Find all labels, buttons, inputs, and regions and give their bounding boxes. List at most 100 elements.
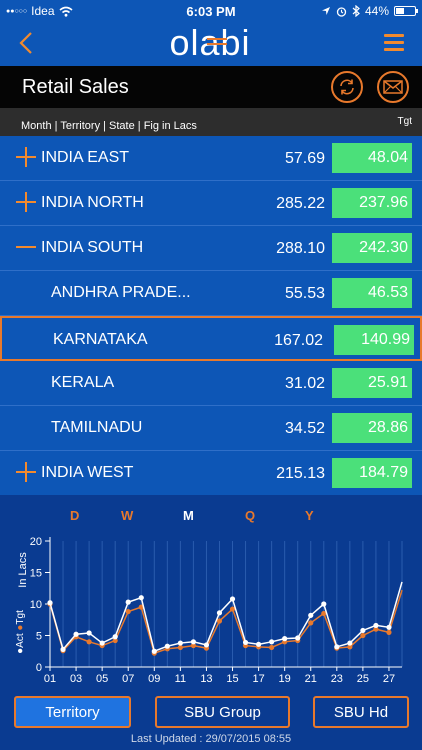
tab-period-y[interactable]: Y — [305, 508, 314, 523]
tgt-column-header: Tgt — [397, 116, 412, 127]
data-point-act — [308, 612, 314, 618]
sbu-group-button[interactable]: SBU Group — [155, 696, 290, 728]
data-point-act — [269, 639, 275, 645]
filter-bar: Month | Territory | State | Fig in Lacs … — [0, 108, 422, 136]
bottom-bar: Territory SBU Group SBU Hd Last Updated … — [0, 690, 422, 750]
row-label: TAMILNADU — [51, 419, 143, 436]
collapse-minus-icon[interactable] — [16, 237, 36, 257]
data-point-act — [334, 644, 340, 650]
data-point-act — [151, 648, 157, 654]
x-tick-label: 01 — [44, 673, 56, 685]
data-point-act — [360, 627, 366, 634]
mail-icon — [383, 80, 403, 94]
tab-period-m[interactable]: M — [183, 508, 194, 523]
data-point-tgt — [86, 639, 92, 645]
title-bar: Retail Sales — [0, 66, 422, 108]
territory-button[interactable]: Territory — [14, 696, 131, 728]
legend-marker: ● — [15, 625, 26, 634]
status-bar: ●●○○○ Idea 6:03 PM 44% — [0, 0, 422, 22]
mail-button[interactable] — [377, 71, 409, 103]
data-point-act — [138, 595, 144, 601]
table-row-tamilnadu[interactable]: TAMILNADU 34.52 28.86 — [0, 406, 422, 451]
data-point-act — [60, 646, 66, 652]
tab-period-d[interactable]: D — [70, 508, 79, 523]
y-axis-label: In Lacs — [17, 552, 29, 588]
row-label: ANDHRA PRADE... — [51, 284, 191, 301]
legend-label: Act — [15, 633, 26, 648]
row-target-value: 242.30 — [332, 233, 412, 263]
row-target-value: 25.91 — [332, 368, 412, 398]
data-point-act — [177, 640, 183, 646]
x-tick-label: 09 — [148, 673, 160, 685]
data-point-act — [295, 635, 301, 641]
table-row-india-east[interactable]: INDIA EAST 57.69 48.04 — [0, 136, 422, 181]
expand-plus-icon[interactable] — [16, 462, 36, 482]
tab-period-w[interactable]: W — [121, 508, 133, 523]
hamburger-menu-icon[interactable] — [384, 34, 404, 52]
row-label: INDIA NORTH — [41, 194, 144, 211]
row-actual-value: 57.69 — [284, 150, 325, 167]
table-row-india-south[interactable]: INDIA SOUTH 288.10 242.30 — [0, 226, 422, 271]
x-tick-label: 27 — [383, 673, 395, 685]
data-point-act — [216, 610, 223, 616]
row-target-value: 28.86 — [332, 413, 412, 443]
expand-plus-icon[interactable] — [16, 192, 36, 212]
sbu-hd-button[interactable]: SBU Hd — [313, 696, 409, 728]
battery-percent: 44% — [364, 4, 389, 18]
row-actual-value: 167.02 — [274, 332, 323, 349]
x-tick-label: 19 — [279, 673, 291, 685]
back-chevron-icon[interactable] — [14, 30, 40, 56]
data-point-act — [47, 600, 53, 606]
battery-icon — [394, 6, 418, 16]
table-row-india-north[interactable]: INDIA NORTH 285.22 237.96 — [0, 181, 422, 226]
x-tick-label: 03 — [70, 673, 82, 685]
row-label: KARNATAKA — [53, 331, 148, 348]
y-tick-label: 15 — [30, 568, 42, 580]
data-point-act — [73, 631, 79, 637]
data-point-act — [282, 636, 288, 642]
x-tick-label: 15 — [226, 673, 238, 685]
nav-bar: olabi — [0, 22, 422, 66]
row-actual-value: 34.52 — [284, 420, 325, 437]
y-tick-label: 20 — [30, 536, 42, 548]
data-point-act — [321, 601, 327, 607]
row-actual-value: 215.13 — [276, 465, 325, 482]
data-point-act — [99, 640, 105, 646]
row-target-value: 184.79 — [332, 458, 412, 488]
row-target-value: 237.96 — [332, 188, 412, 218]
table-row-andhra-pradesh[interactable]: ANDHRA PRADE... 55.53 46.53 — [0, 271, 422, 316]
row-target-value: 48.04 — [332, 143, 412, 173]
table-row-karnataka[interactable]: KARNATAKA 167.02 140.99 — [0, 316, 422, 361]
data-point-tgt — [360, 632, 366, 639]
x-tick-label: 23 — [331, 673, 343, 685]
bluetooth-icon — [352, 5, 360, 17]
alarm-icon — [336, 6, 347, 17]
row-actual-value: 31.02 — [284, 375, 325, 392]
table-row-india-west[interactable]: INDIA WEST 215.13 184.79 — [0, 451, 422, 496]
x-tick-label: 17 — [252, 673, 264, 685]
app-logo: olabi — [169, 22, 249, 62]
row-label: INDIA SOUTH — [41, 239, 144, 256]
x-tick-label: 07 — [122, 673, 134, 685]
data-point-act — [255, 641, 262, 647]
row-label: INDIA WEST — [41, 464, 134, 481]
data-point-tgt — [308, 620, 314, 626]
page-title: Retail Sales — [22, 76, 129, 98]
data-point-tgt — [269, 644, 275, 651]
row-target-value: 140.99 — [334, 325, 414, 355]
row-target-value: 46.53 — [332, 278, 412, 308]
y-tick-label: 5 — [36, 631, 42, 643]
filter-breadcrumb: Month | Territory | State | Fig in Lacs — [21, 120, 197, 132]
x-tick-label: 21 — [305, 673, 317, 685]
y-tick-label: 0 — [36, 662, 42, 674]
table-row-kerala[interactable]: KERALA 31.02 25.91 — [0, 361, 422, 406]
x-tick-label: 13 — [200, 673, 212, 685]
y-tick-label: 10 — [30, 599, 42, 611]
expand-plus-icon[interactable] — [16, 147, 36, 167]
tab-period-q[interactable]: Q — [245, 508, 255, 523]
refresh-button[interactable] — [331, 71, 363, 103]
data-point-act — [229, 596, 236, 602]
data-point-tgt — [125, 608, 131, 615]
refresh-icon — [340, 79, 354, 95]
data-point-act — [125, 599, 131, 605]
